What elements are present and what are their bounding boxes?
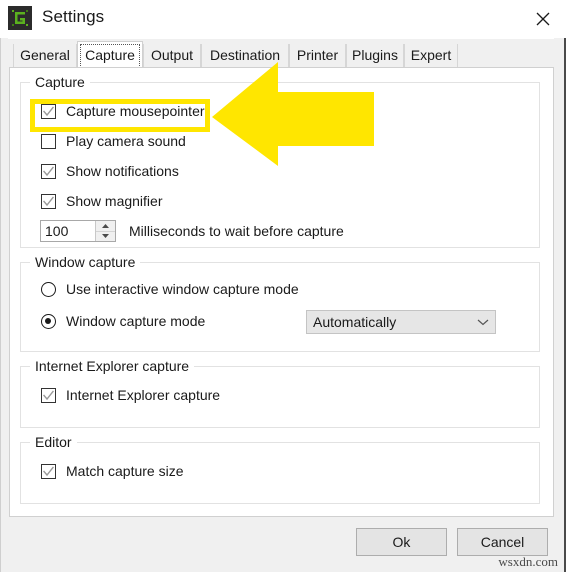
radio-window-capture-mode[interactable]: Window capture mode [41,313,205,329]
tab-general[interactable]: General [13,44,77,68]
radio-label: Window capture mode [66,313,206,329]
spin-up-icon [102,223,109,228]
settings-tabstrip: General Capture Output Destination Print… [9,40,554,68]
stepper-down-button[interactable] [96,232,115,242]
tab-general-label: General [20,47,70,63]
title-bar: Settings [0,0,566,39]
checkbox-match-capture-size[interactable]: Match capture size [41,463,184,479]
check-icon [43,196,54,206]
checkbox-label: Internet Explorer capture [66,387,221,403]
close-button[interactable] [520,0,566,38]
checkbox-label: Match capture size [66,463,184,479]
tab-printer[interactable]: Printer [289,44,346,68]
check-icon [43,106,54,116]
checkbox-box [41,163,56,179]
editor-group-title: Editor [30,434,77,450]
checkbox-capture-mousepointer[interactable]: Capture mousepointer [41,103,205,119]
check-icon [43,390,54,400]
tab-plugins[interactable]: Plugins [346,44,404,68]
stepper-buttons [95,221,115,241]
checkbox-label: Show notifications [66,163,179,179]
ok-button[interactable]: Ok [356,528,447,556]
ie-capture-group: Internet Explorer capture Internet Explo… [20,358,540,428]
radio-interactive-window-capture-mode[interactable]: Use interactive window capture mode [41,281,299,297]
window-capture-mode-select[interactable]: Automatically [306,310,496,334]
spin-down-icon [102,234,109,239]
wait-milliseconds-label: Milliseconds to wait before capture [129,223,344,239]
tab-expert-label: Expert [410,47,452,63]
tab-output[interactable]: Output [143,44,201,68]
radio-circle [41,313,56,329]
tab-destination-label: Destination [209,47,281,63]
window-right-edge [554,38,566,572]
checkbox-box [41,193,56,209]
tab-destination[interactable]: Destination [201,44,289,68]
greenshot-logo-icon [8,6,32,30]
checkbox-box [41,463,56,479]
checkbox-show-magnifier[interactable]: Show magnifier [41,193,163,209]
tab-plugins-label: Plugins [352,47,398,63]
capture-group-title: Capture [30,74,90,90]
tab-printer-label: Printer [296,47,339,63]
tab-expert[interactable]: Expert [404,44,458,68]
radio-circle [41,281,56,297]
chevron-down-icon [471,318,495,326]
tab-capture[interactable]: Capture [77,41,143,68]
settings-dialog: Settings General Capture Output Destinat… [0,0,566,572]
checkbox-play-camera-sound[interactable]: Play camera sound [41,133,186,149]
checkbox-label: Show magnifier [66,193,163,209]
editor-group: Editor Match capture size [20,434,540,504]
checkbox-box [41,103,56,119]
window-left-edge [0,38,8,572]
checkbox-box [41,133,56,149]
checkbox-box [41,387,56,403]
stepper-up-button[interactable] [96,221,115,232]
cancel-button[interactable]: Cancel [457,528,548,556]
check-icon [43,466,54,476]
checkbox-label: Play camera sound [66,133,186,149]
window-capture-group-title: Window capture [30,254,141,270]
checkbox-show-notifications[interactable]: Show notifications [41,163,179,179]
window-title: Settings [42,7,105,26]
tab-output-label: Output [150,47,194,63]
radio-label: Use interactive window capture mode [66,281,299,297]
check-icon [43,166,54,176]
checkbox-internet-explorer-capture[interactable]: Internet Explorer capture [41,387,220,403]
tab-capture-label: Capture [85,47,135,63]
checkbox-label: Capture mousepointer [66,103,205,119]
capture-group: Capture Capture mousepointer Play camera… [20,74,540,248]
window-capture-group: Window capture Use interactive window ca… [20,254,540,352]
watermark: wsxdn.com [498,554,558,569]
wait-milliseconds-value[interactable]: 100 [41,221,95,241]
wait-milliseconds-stepper[interactable]: 100 [40,220,116,242]
close-icon [536,12,550,26]
window-capture-mode-value: Automatically [313,314,397,330]
capture-settings-panel: Capture Capture mousepointer Play camera… [9,67,554,517]
ie-capture-group-title: Internet Explorer capture [30,358,195,374]
